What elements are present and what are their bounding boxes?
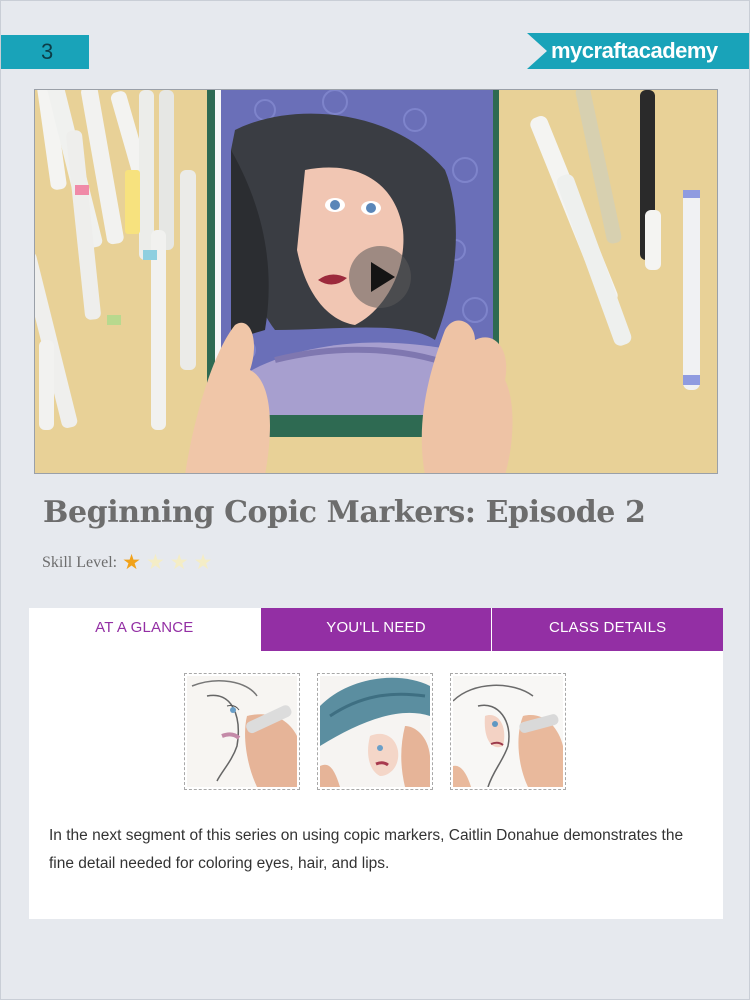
tab-at-a-glance[interactable]: AT A GLANCE — [29, 608, 260, 651]
play-button[interactable] — [349, 246, 411, 308]
brand-name: mycraftacademy — [551, 38, 718, 63]
brand-logo[interactable]: mycraftacademy — [527, 33, 749, 69]
video-player[interactable] — [34, 89, 718, 474]
tab-youll-need[interactable]: YOU'LL NEED — [259, 608, 492, 651]
preview-thumbnail[interactable] — [317, 673, 433, 790]
star-icon: ★ — [169, 550, 189, 574]
class-info-panel: AT A GLANCE YOU'LL NEED CLASS DETAILS In… — [29, 608, 724, 919]
page-number: 3 — [41, 39, 54, 64]
star-icon: ★ — [122, 550, 141, 574]
play-icon — [371, 262, 395, 292]
tab-bar: AT A GLANCE YOU'LL NEED CLASS DETAILS — [29, 608, 724, 651]
preview-thumbnail[interactable] — [184, 673, 300, 790]
star-icon: ★ — [145, 550, 165, 574]
preview-thumbnails — [184, 673, 566, 790]
skill-rating-stars: ★ ★ ★ ★ — [122, 552, 212, 573]
class-description: In the next segment of this series on us… — [49, 827, 684, 872]
class-title: Beginning Copic Markers: Episode 2 — [43, 495, 646, 530]
star-icon: ★ — [193, 550, 213, 574]
preview-thumbnail[interactable] — [450, 673, 566, 790]
skill-level: Skill Level: ★ ★ ★ ★ — [42, 552, 212, 573]
page-number-badge: 3 — [1, 35, 89, 69]
skill-level-label: Skill Level: — [42, 553, 118, 571]
tab-class-details[interactable]: CLASS DETAILS — [491, 608, 724, 651]
